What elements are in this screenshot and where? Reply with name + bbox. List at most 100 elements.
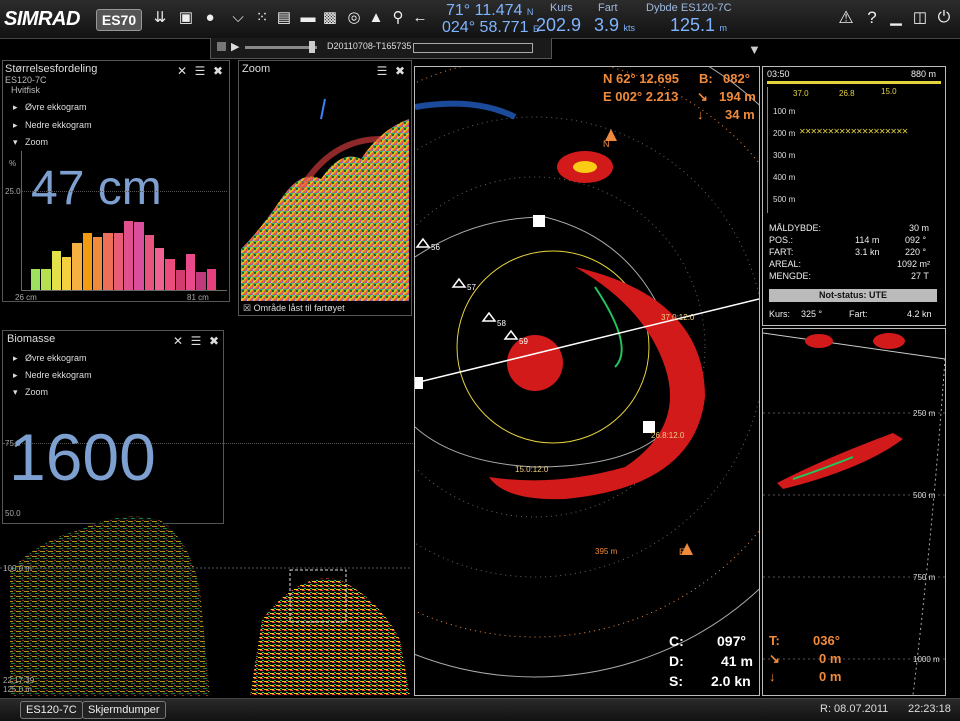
close-icon[interactable]: ✖ — [393, 64, 407, 78]
vertical-view[interactable]: 250 m 500 m 750 m 1000 m T: 036° ↘ 0 m ↓… — [762, 328, 946, 696]
info-scale-1: 37.0 — [793, 89, 809, 98]
size-big-value: 47 cm — [31, 162, 162, 215]
info-depth-3: 300 m — [773, 151, 796, 160]
close-icon[interactable]: ✖ — [211, 64, 225, 78]
vert-depth-value: 0 m — [819, 669, 842, 684]
search-icon[interactable]: ⚲ — [388, 8, 408, 28]
echogram-time: 22:17:39 — [3, 676, 35, 685]
sonar-view[interactable]: N 62° 12.695 B: 082° E 002° 2.213 ↘ 194 … — [414, 66, 760, 696]
settings-icon[interactable]: ☰ — [193, 64, 207, 78]
size-histogram — [31, 211, 217, 291]
info-panel: 03:50 880 m 37.0 26.8 15.0 100 m 200 m 3… — [762, 66, 946, 326]
echogram-view[interactable] — [0, 500, 412, 696]
bar-chart-icon[interactable]: ▩ — [320, 8, 340, 28]
size-ytick: 25.0 — [5, 187, 21, 196]
size-panel-transducer: ES120-7C — [5, 75, 47, 85]
menu-item-zoom[interactable]: ▾ Zoom — [13, 137, 48, 148]
menu-item-lower-echogram[interactable]: ▸ Nedre ekkogram — [13, 120, 92, 131]
settings-icon[interactable]: ☰ — [375, 64, 389, 78]
menu-item-zoom[interactable]: ▾ Zoom — [13, 387, 48, 398]
screen-dump-button[interactable]: Skjermdumper — [82, 701, 166, 719]
hatch-icon[interactable]: ▤ — [274, 8, 294, 28]
power-icon[interactable]: ⏻ — [934, 8, 954, 28]
marker-56[interactable]: 56 — [431, 243, 440, 252]
vessel-icon[interactable]: ▲ — [366, 8, 386, 28]
sonar-range-value: 194 m — [719, 89, 756, 104]
camera-icon[interactable]: ▣ — [176, 8, 196, 28]
windows-icon[interactable]: ◫ — [910, 8, 930, 28]
target-icon[interactable]: ◎ — [344, 8, 364, 28]
vert-depth-icon: ↓ — [769, 669, 776, 684]
sonar-label-1: 37.0:12.0 — [661, 313, 695, 322]
info-range: 880 m — [911, 69, 937, 79]
tools-icon[interactable]: ✕ — [175, 64, 189, 78]
zoom-lock-checkbox[interactable]: ☒ Område låst til fartøyet — [243, 303, 345, 314]
info-depth-5: 500 m — [773, 195, 796, 204]
transducer-button[interactable]: ES120-7C — [20, 701, 83, 719]
info-kurs-value: 325 ° — [801, 309, 823, 319]
menu-item-upper-echogram[interactable]: ▸ Øvre ekkogram — [13, 102, 87, 113]
replay-slider-handle[interactable] — [309, 41, 315, 53]
settings-icon[interactable]: ☰ — [189, 334, 203, 348]
marker-58[interactable]: 58 — [497, 319, 506, 328]
size-xmax: 81 cm — [187, 293, 209, 302]
menu-collapse-icon[interactable]: ⇊ — [150, 8, 170, 28]
minimize-icon[interactable]: ▁ — [886, 8, 906, 28]
replay-slider[interactable] — [245, 46, 317, 49]
pin-icon[interactable]: ▼ — [748, 42, 761, 57]
info-row-mid-2: 3.1 kn — [855, 247, 880, 257]
record-icon[interactable]: ● — [200, 8, 220, 28]
play-icon[interactable]: ▶ — [231, 40, 239, 53]
histogram-bar — [93, 236, 103, 291]
fart-readout: 3.9 kts — [594, 15, 635, 35]
histogram-bar — [144, 235, 154, 291]
histogram-bar — [72, 243, 82, 291]
histogram-bar — [196, 271, 206, 291]
info-row-label-0: MÅLDYBDE: — [769, 223, 822, 233]
top-toolbar: SIMRAD ES70 ⇊ ▣ ● ⌵ ⁙ ▤ ▬ ▩ ◎ ▲ ⚲ ← 71° … — [0, 0, 960, 39]
info-row-value-2: 220 ° — [905, 247, 927, 257]
warning-icon[interactable]: ⚠ — [836, 8, 856, 28]
sonar-label-3: 15.0:12.0 — [515, 465, 549, 474]
size-xaxis — [21, 290, 227, 291]
close-icon[interactable]: ✖ — [207, 334, 221, 348]
dots-icon[interactable]: ⁙ — [252, 8, 272, 28]
transducer-icon[interactable]: ⌵ — [228, 8, 248, 28]
replay-progress[interactable] — [413, 43, 533, 53]
info-row-value-0: 30 m — [909, 223, 930, 233]
sonar-ring-label: 395 m — [595, 547, 618, 556]
size-distribution-panel: Størrelsesfordeling ES120-7C Hvitfisk ✕ … — [2, 60, 230, 302]
histogram-bar — [175, 270, 185, 291]
biomass-panel-title: Biomasse — [7, 333, 56, 345]
info-scale-3: 15.0 — [881, 87, 897, 96]
sonar-d-value: 41 m — [721, 653, 753, 669]
fart-label: Fart — [598, 2, 618, 14]
histogram-bar — [31, 268, 41, 291]
vert-depth-2: 500 m — [913, 491, 936, 500]
kurs-label: Kurs — [550, 2, 573, 14]
marker-59[interactable]: 59 — [519, 337, 528, 346]
histogram-bar — [82, 233, 92, 291]
stop-icon[interactable] — [217, 42, 226, 51]
arrow-left-icon[interactable]: ← — [410, 8, 430, 28]
zoom-panel: Zoom ☰ ✖ ☒ Område låst til fartøyet — [238, 60, 412, 316]
info-row-label-4: MENGDE: — [769, 271, 812, 281]
echogram-depth1: 100.0 m — [3, 564, 32, 573]
help-icon[interactable]: ? — [862, 8, 882, 28]
histogram-bar — [165, 259, 175, 291]
marker-57[interactable]: 57 — [467, 283, 476, 292]
menu-item-lower-echogram[interactable]: ▸ Nedre ekkogram — [13, 370, 92, 381]
color-scale-icon[interactable]: ▬ — [298, 8, 318, 28]
info-fart-label: Fart: — [849, 309, 868, 319]
histogram-bar — [51, 251, 61, 291]
vert-t-value: 036° — [813, 633, 840, 648]
model-badge: ES70 — [96, 9, 142, 31]
histogram-bar — [134, 222, 144, 291]
tools-icon[interactable]: ✕ — [171, 334, 185, 348]
info-row-label-3: AREAL: — [769, 259, 802, 269]
histogram-bar — [113, 233, 123, 291]
menu-item-upper-echogram[interactable]: ▸ Øvre ekkogram — [13, 353, 87, 364]
info-time: 03:50 — [767, 69, 790, 79]
vert-t-label: T: — [769, 633, 780, 648]
dybde-readout: 125.1 m — [670, 15, 727, 35]
